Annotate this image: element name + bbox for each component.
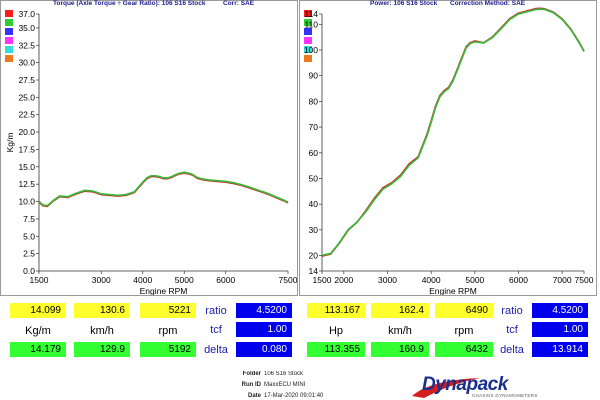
y-tick-label: 110: [304, 19, 318, 29]
x-tick-label: 1500: [313, 275, 332, 285]
x-axis-label: Engine RPM: [140, 286, 188, 295]
y-tick-label: 30.0: [18, 58, 35, 68]
x-tick-label: 3000: [378, 275, 397, 285]
run-info: Folder 106 S16 Stock Run ID MaxxECU MINI D…: [233, 371, 393, 400]
y-tick-label: 2.5: [23, 249, 35, 259]
x-tick-label: 7500: [279, 275, 297, 285]
power-compare-kmh: 160.9: [371, 342, 429, 357]
y-tick-label: 30: [309, 225, 319, 235]
folder-value: 106 S16 Stock: [264, 371, 304, 377]
x-tick-label: 6000: [509, 275, 528, 285]
torque-compare-kmh: 129.9: [74, 342, 130, 357]
y-tick-label: 20: [309, 251, 319, 261]
torque-cursor-value: 14.099: [10, 303, 66, 318]
x-tick-label: 7500: [575, 275, 594, 285]
series-line-1: [321, 7, 585, 257]
x-tick-label: 1500: [30, 275, 49, 285]
date-row: Date 17-Mar-2020 09:01:40: [233, 393, 323, 399]
kmh-label: km/h: [388, 325, 412, 337]
y-tick-label: 20.0: [18, 127, 35, 137]
y-tick-label: 7.5: [23, 214, 35, 224]
delta-label: delta: [204, 344, 228, 356]
tcf-value: 1.00: [532, 322, 588, 337]
delta-label: delta: [500, 344, 524, 356]
x-axis-label: Engine RPM: [429, 286, 477, 295]
y-tick-label: 25.0: [18, 92, 35, 102]
torque-cursor-rpm: 5221: [140, 303, 196, 318]
power-chart-panel: Power: 106 S16 Stock Correction Method: …: [299, 0, 597, 296]
y-tick-label: 50: [309, 173, 319, 183]
power-readout-panel: 113.167 162.4 6490 ratio 4.5200 Hp km/h …: [299, 300, 595, 362]
y-tick-label: 60: [309, 148, 319, 158]
ratio-label: ratio: [501, 305, 523, 317]
x-tick-label: 6000: [216, 275, 235, 285]
torque-compare-value: 14.179: [10, 342, 66, 357]
dynapack-logo: Dynapack CHASSIS DYNAMOMETERS: [410, 374, 550, 400]
x-tick-label: 5000: [175, 275, 194, 285]
x-tick-label: 3000: [92, 275, 111, 285]
run-id-value: MaxxECU MINI: [264, 382, 306, 388]
rpm-label: rpm: [454, 325, 474, 337]
y-tick-label: 80: [309, 96, 319, 106]
rpm-label: rpm: [158, 325, 178, 337]
series-line-2: [321, 8, 585, 257]
logo-subtitle: CHASSIS DYNAMOMETERS: [472, 393, 538, 398]
y-tick-label: 17.5: [18, 144, 35, 154]
y-tick-label: 22.5: [18, 110, 35, 120]
x-tick-label: 5000: [465, 275, 484, 285]
unit-label-kgm: Kg/m: [25, 325, 51, 337]
x-tick-label: 4000: [422, 275, 441, 285]
torque-readout-panel: 14.099 130.6 5221 ratio 4.5200 Kg/m km/h…: [0, 300, 296, 362]
tcf-label: tcf: [210, 324, 222, 336]
x-tick-label: 4000: [133, 275, 152, 285]
torque-compare-rpm: 5192: [140, 342, 196, 357]
y-tick-label: 35.0: [18, 23, 35, 33]
torque-chart: 0.02.55.07.510.012.515.017.520.022.525.0…: [5, 9, 297, 295]
power-compare-value: 113.355: [307, 342, 365, 357]
y-tick-label: 15.0: [18, 162, 35, 172]
kmh-label: km/h: [90, 325, 114, 337]
date-value: 17-Mar-2020 09:01:40: [264, 393, 324, 399]
power-cursor-rpm: 6490: [435, 303, 493, 318]
tcf-label: tcf: [506, 324, 518, 336]
y-tick-label: 70: [309, 122, 319, 132]
y-tick-label: 27.5: [18, 75, 35, 85]
power-cursor-value: 113.167: [307, 303, 365, 318]
y-tick-label: 32.5: [18, 40, 35, 50]
unit-label-hp: Hp: [328, 325, 344, 337]
power-chart: 1420304050607080901001101141500 2000 3000 4…: [304, 7, 594, 295]
y-tick-label: 100: [304, 45, 318, 55]
ratio-value: 4.5200: [236, 303, 292, 318]
folder-row: Folder 106 S16 Stock: [233, 371, 303, 377]
y-tick-label: 114: [304, 9, 318, 19]
x-tick-label: 2000: [334, 275, 353, 285]
folder-label: Folder: [242, 371, 261, 377]
y-tick-label: 5.0: [23, 231, 35, 241]
delta-value: 13.914: [532, 342, 588, 357]
y-tick-label: 10.0: [18, 197, 35, 207]
run-id-row: Run ID MaxxECU MINI: [233, 382, 306, 388]
ratio-label: ratio: [205, 305, 227, 317]
y-axis-label: Kg/m: [5, 133, 15, 153]
y-tick-label: 90: [309, 71, 319, 81]
run-id-label: Run ID: [241, 382, 261, 388]
date-label: Date: [247, 393, 261, 399]
ratio-value: 4.5200: [532, 303, 588, 318]
power-cursor-kmh: 162.4: [371, 303, 429, 318]
power-compare-rpm: 6432: [435, 342, 493, 357]
y-tick-label: 12.5: [18, 179, 35, 189]
y-tick-label: 37.0: [18, 9, 35, 19]
tcf-value: 1.00: [236, 322, 292, 337]
torque-cursor-kmh: 130.6: [74, 303, 130, 318]
x-tick-label: 7000: [553, 275, 572, 285]
torque-chart-panel: Torque (Axle Torque ÷ Gear Ratio): 106 S…: [0, 0, 298, 296]
y-tick-label: 40: [309, 199, 319, 209]
delta-value: 0.080: [236, 342, 292, 357]
